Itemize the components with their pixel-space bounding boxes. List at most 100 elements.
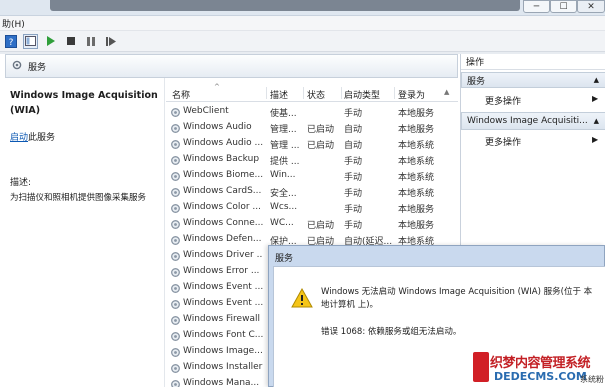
cell-name: Windows Mana...: [183, 378, 260, 387]
submenu-arrow-icon: ▶: [592, 94, 599, 103]
cell-startup-type: 手动: [344, 205, 363, 215]
column-divider[interactable]: [303, 87, 304, 99]
cell-status: 已启动: [307, 125, 335, 135]
cell-logon-as: 本地系统: [398, 173, 435, 183]
service-gear-icon: [170, 331, 181, 342]
actions-group-wia-label: Windows Image Acquisiti...: [467, 116, 588, 126]
submenu-arrow-icon: ▶: [592, 135, 599, 144]
table-row[interactable]: Windows CardS... 安全... 手动 本地系统: [166, 184, 458, 200]
table-row[interactable]: Windows Backup 提供 ... 手动 本地系统: [166, 152, 458, 168]
cell-name: Windows Audio ...: [183, 138, 263, 148]
cell-name: Windows Defen...: [183, 234, 262, 244]
scroll-up-icon[interactable]: ▲: [444, 88, 449, 96]
column-header-description[interactable]: 描述: [270, 88, 288, 101]
actions-group-wia[interactable]: Windows Image Acquisiti... ▲: [461, 112, 605, 130]
service-gear-icon: [170, 283, 181, 294]
cell-status: 已启动: [307, 141, 335, 151]
warning-icon: [291, 287, 313, 308]
watermark-tag: 系统粉: [580, 375, 604, 384]
table-row[interactable]: Windows Conne... WC... 已启动 手动 本地服务: [166, 216, 458, 232]
menu-help[interactable]: 助(H): [2, 17, 25, 30]
service-gear-icon: [170, 139, 181, 150]
column-header-status[interactable]: 状态: [307, 88, 325, 101]
cell-description: Win...: [270, 170, 296, 180]
menu-bar: 助(H): [0, 16, 605, 31]
start-service-link[interactable]: 启动: [10, 133, 28, 143]
cell-startup-type: 手动: [344, 189, 363, 199]
service-gear-icon: [170, 379, 181, 387]
service-gear-icon: [170, 219, 181, 230]
cell-startup-type: 自动: [344, 125, 363, 135]
stop-icon[interactable]: [63, 34, 78, 49]
service-gear-icon: [170, 187, 181, 198]
maximize-button[interactable]: ☐: [550, 0, 577, 13]
collapse-up-icon[interactable]: ▲: [594, 76, 599, 84]
cell-description: 使基...: [270, 109, 297, 119]
table-row[interactable]: Windows Audio ... 管理 ... 已启动 自动 本地系统: [166, 136, 458, 152]
dialog-title: 服务: [275, 254, 294, 264]
collapse-up-icon[interactable]: ▲: [594, 117, 599, 125]
play-icon[interactable]: [43, 34, 58, 49]
cell-status: 已启动: [307, 221, 335, 231]
cell-name: Windows Error ...: [183, 266, 260, 276]
dialog-error-code: 错误 1068: 依赖服务或组无法启动。: [321, 327, 462, 337]
pause-icon[interactable]: [83, 34, 98, 49]
service-gear-icon: [170, 251, 181, 262]
cell-logon-as: 本地服务: [398, 125, 435, 135]
cell-description: 管理 ...: [270, 141, 300, 151]
service-gear-icon: [170, 203, 181, 214]
service-gear-icon: [170, 363, 181, 374]
panel-icon[interactable]: [23, 33, 38, 49]
service-gear-icon: [170, 347, 181, 358]
service-gear-icon: [170, 315, 181, 326]
service-name: Windows Image Acquisition (WIA): [10, 90, 158, 116]
cell-description: 安全...: [270, 189, 297, 199]
cell-startup-type: 手动: [344, 109, 363, 119]
more-actions-1[interactable]: 更多操作: [485, 94, 521, 107]
minimize-button[interactable]: ─: [523, 0, 550, 13]
actions-group-services-label: 服务: [467, 76, 486, 87]
cell-logon-as: 本地系统: [398, 157, 435, 167]
restart-icon[interactable]: [103, 34, 118, 49]
cell-name: Windows Backup: [183, 154, 260, 164]
service-gear-icon: [170, 299, 181, 310]
cell-name: Windows Biome...: [183, 170, 263, 180]
cell-name: Windows Event ...: [183, 298, 263, 308]
table-row[interactable]: Windows Color ... Wcs... 手动 本地服务: [166, 200, 458, 216]
sort-up-icon: ^: [214, 83, 220, 91]
watermark-domain: DEDECMS.COM: [494, 370, 587, 383]
close-button[interactable]: ✕: [577, 0, 605, 13]
service-gear-icon: [170, 267, 181, 278]
column-header-startup-type[interactable]: 启动类型: [344, 88, 380, 101]
help-icon[interactable]: ?: [3, 34, 18, 49]
column-header-name[interactable]: 名称: [172, 88, 190, 101]
svg-text:?: ?: [8, 38, 13, 48]
cell-logon-as: 本地服务: [398, 205, 435, 215]
cell-name: Windows Conne...: [183, 218, 263, 228]
cell-name: Windows Image...: [183, 346, 263, 356]
toolbar: ?: [0, 31, 605, 52]
services-gear-icon: [12, 60, 22, 73]
actions-group-services[interactable]: 服务 ▲: [461, 72, 605, 88]
service-gear-icon: [170, 107, 181, 118]
table-row[interactable]: Windows Audio 管理... 已启动 自动 本地服务: [166, 120, 458, 136]
cell-name: WebClient: [183, 106, 229, 116]
cell-logon-as: 本地系统: [398, 141, 435, 151]
service-gear-icon: [170, 235, 181, 246]
column-divider[interactable]: [341, 87, 342, 99]
column-header-logon-as[interactable]: 登录为: [398, 88, 425, 101]
dialog-message-line-2: 地计算机 上)。: [321, 300, 379, 310]
dialog-message-line-1: Windows 无法启动 Windows Image Acquisition (…: [321, 287, 593, 297]
table-row[interactable]: Windows Biome... Win... 手动 本地系统: [166, 168, 458, 184]
cell-description: 提供 ...: [270, 157, 300, 167]
cell-description: 管理...: [270, 125, 297, 135]
start-service-suffix: 此服务: [28, 133, 56, 143]
table-row[interactable]: WebClient 使基... 手动 本地服务: [166, 104, 458, 120]
more-actions-2[interactable]: 更多操作: [485, 135, 521, 148]
column-divider[interactable]: [266, 87, 267, 99]
services-list-header: ^ 名称 描述 状态 启动类型 登录为: [166, 83, 458, 102]
cell-name: Windows Driver ...: [183, 250, 263, 260]
cell-name: Windows Firewall: [183, 314, 260, 324]
cell-logon-as: 本地系统: [398, 189, 435, 199]
column-divider[interactable]: [394, 87, 395, 99]
